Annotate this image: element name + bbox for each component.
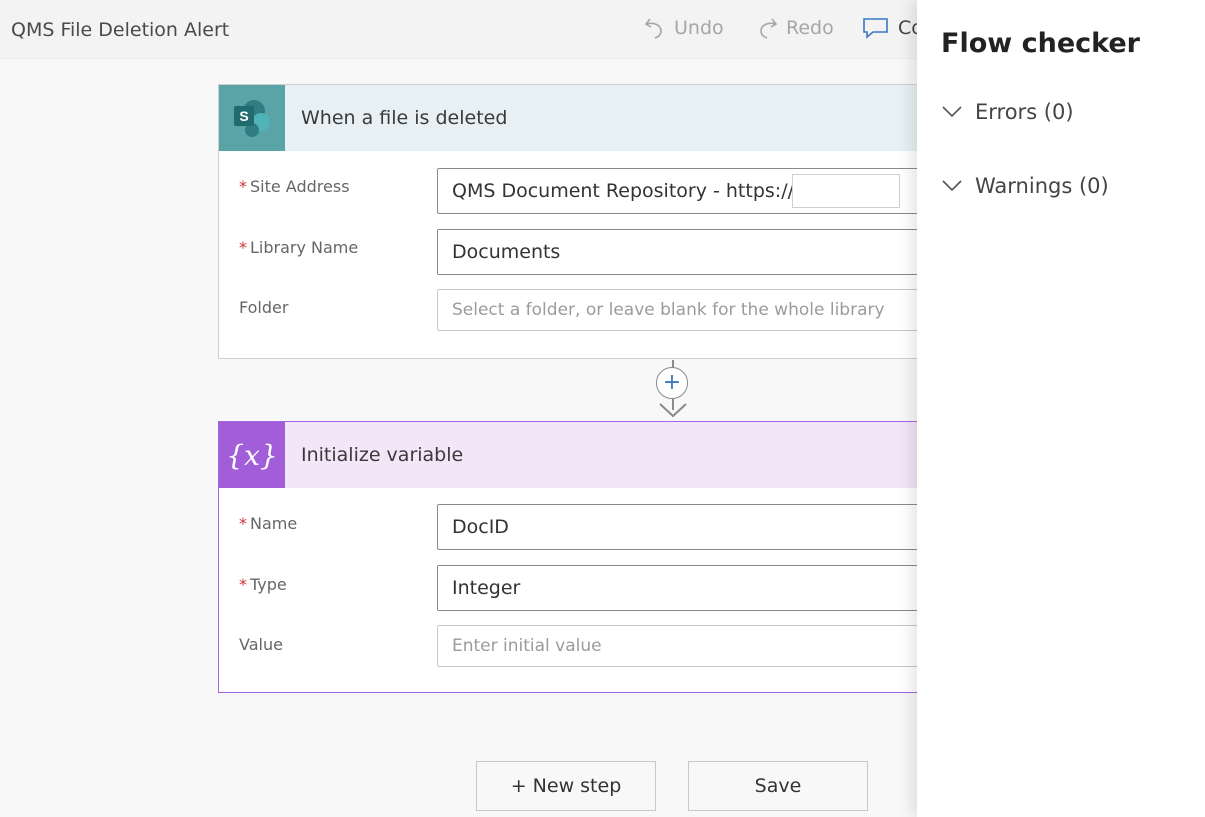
save-button[interactable]: Save <box>688 761 868 811</box>
new-step-button[interactable]: + New step <box>476 761 656 811</box>
trigger-card-header[interactable]: S When a file is deleted <box>219 85 937 151</box>
trigger-card-title: When a file is deleted <box>301 107 508 129</box>
redo-icon <box>756 16 778 40</box>
library-name-label: * Library Name <box>239 238 359 257</box>
name-label: * Name <box>239 514 298 533</box>
folder-label: Folder <box>239 298 289 317</box>
variable-icon-glyph: {x} <box>226 438 278 472</box>
site-address-field[interactable]: QMS Document Repository - https:// <box>437 168 957 214</box>
variable-name-field[interactable]: DocID <box>437 504 957 550</box>
variable-name-value: DocID <box>452 516 509 538</box>
trigger-card: S When a file is deleted * Site Address Q… <box>218 84 957 359</box>
errors-section-toggle[interactable]: Errors (0) <box>941 100 1074 124</box>
comments-button[interactable]: Co <box>862 16 923 40</box>
flow-title: QMS File Deletion Alert <box>11 19 230 41</box>
required-marker: * <box>239 238 247 257</box>
variable-card-header[interactable]: {x} Initialize variable <box>219 422 937 488</box>
add-step-icon[interactable]: + <box>656 367 688 399</box>
warnings-section-toggle[interactable]: Warnings (0) <box>941 174 1109 198</box>
undo-button[interactable]: Undo <box>644 16 724 40</box>
value-label: Value <box>239 635 283 654</box>
initialize-variable-card: {x} Initialize variable * Name DocID * Typ… <box>218 421 957 693</box>
sharepoint-icon: S <box>219 85 285 151</box>
errors-label: Errors (0) <box>975 100 1074 124</box>
library-name-value: Documents <box>452 241 561 263</box>
variable-card-title: Initialize variable <box>301 444 464 466</box>
undo-label: Undo <box>674 17 724 39</box>
comment-icon <box>862 16 890 40</box>
variable-type-value: Integer <box>452 577 521 599</box>
redo-button[interactable]: Redo <box>756 16 834 40</box>
chevron-down-icon <box>941 174 963 198</box>
chevron-down-icon <box>941 100 963 124</box>
warnings-label: Warnings (0) <box>975 174 1109 198</box>
redacted-url <box>792 174 900 208</box>
variable-value-placeholder: Enter initial value <box>452 636 602 656</box>
flow-checker-title: Flow checker <box>941 28 1140 59</box>
required-marker: * <box>239 575 247 594</box>
site-address-value: QMS Document Repository - https:// <box>452 180 794 202</box>
flow-checker-panel: Flow checker Errors (0) Warnings (0) <box>917 0 1205 817</box>
undo-icon <box>644 16 666 40</box>
redo-label: Redo <box>786 17 834 39</box>
folder-field[interactable]: Select a folder, or leave blank for the … <box>437 289 957 331</box>
sharepoint-letter: S <box>239 108 248 124</box>
site-address-label: * Site Address <box>239 177 350 196</box>
required-marker: * <box>239 514 247 533</box>
variable-value-field[interactable]: Enter initial value <box>437 625 957 667</box>
required-marker: * <box>239 177 247 196</box>
variable-icon: {x} <box>219 422 285 488</box>
library-name-field[interactable]: Documents <box>437 229 957 275</box>
type-label: * Type <box>239 575 287 594</box>
folder-placeholder: Select a folder, or leave blank for the … <box>452 300 885 320</box>
variable-type-select[interactable]: Integer <box>437 565 957 611</box>
